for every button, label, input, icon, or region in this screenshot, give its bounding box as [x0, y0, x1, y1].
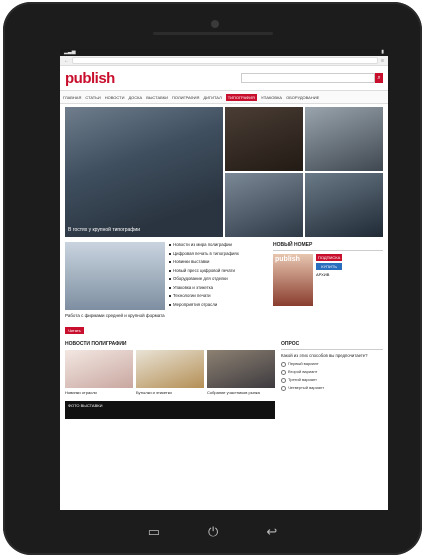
headline-item[interactable]: Мероприятия отрасли — [169, 302, 269, 308]
featured-grid: В гостях у крупной типографии — [60, 104, 388, 237]
card-row: Новинки отрасли Бутылки и этикетки Собра… — [65, 350, 275, 395]
headline-item[interactable]: Новый пресс цифровой печати — [169, 268, 269, 274]
headline-item[interactable]: Упаковка и этикетка — [169, 285, 269, 291]
nav-item[interactable]: ПОЛИГРАФИЯ — [172, 95, 199, 100]
poll-option-label: Третий вариант — [288, 376, 317, 382]
nav-item-highlight[interactable]: ТИПОГРАФИЯ — [225, 93, 257, 101]
search-icon: ⌕ — [377, 75, 381, 81]
radio-icon[interactable] — [281, 377, 286, 383]
poll-option[interactable]: Первый вариант — [281, 361, 383, 367]
radio-icon[interactable] — [281, 369, 286, 375]
tablet-frame: ▂▃▅ ▮ ← ≡ publish ⌕ ГЛАВНАЯ СТАТЬИ НОВОС… — [3, 2, 422, 555]
site-header: publish ⌕ — [60, 66, 388, 90]
browser-toolbar: ← ≡ — [60, 56, 388, 66]
nav-item[interactable]: ДИГИТАЛ — [203, 95, 221, 100]
card-image — [136, 350, 204, 388]
news-tile[interactable] — [225, 107, 303, 171]
section-title: НОВОСТИ ПОЛИГРАФИИ — [65, 341, 127, 347]
card-image — [65, 350, 133, 388]
power-icon[interactable]: ⏻ — [208, 524, 218, 540]
status-bar: ▂▃▅ ▮ — [60, 49, 388, 56]
headline-item[interactable]: Оборудование для отделки — [169, 276, 269, 282]
tile-grid — [225, 107, 383, 237]
headline-list: Новости из мира полиграфии Цифровая печа… — [169, 242, 269, 337]
poll-option[interactable]: Четвертый вариант — [281, 385, 383, 391]
news-tile[interactable] — [305, 173, 383, 237]
subscribe-button[interactable]: ПОДПИСКА — [316, 254, 343, 261]
card-image — [207, 350, 275, 388]
back-icon[interactable]: ↩ — [266, 524, 277, 540]
search-box: ⌕ — [241, 73, 383, 83]
magazine-heading: НОВЫЙ НОМЕР — [273, 242, 383, 251]
cover-logo: publish — [275, 256, 300, 263]
speaker-grille — [153, 32, 273, 35]
headline-item[interactable]: Технологии печати — [169, 293, 269, 299]
headline-item[interactable]: Новинки выставки — [169, 259, 269, 265]
hero-caption[interactable]: В гостях у крупной типографии — [68, 227, 140, 233]
radio-icon[interactable] — [281, 361, 286, 367]
news-card[interactable]: Новинки отрасли — [65, 350, 133, 395]
poll-option-label: Четвертый вариант — [288, 384, 325, 390]
nav-item[interactable]: СТАТЬИ — [85, 95, 100, 100]
tablet-screen: ▂▃▅ ▮ ← ≡ publish ⌕ ГЛАВНАЯ СТАТЬИ НОВОС… — [60, 49, 388, 510]
nav-item[interactable]: ДОСКА — [128, 95, 142, 100]
poll-option-label: Второй вариант — [288, 368, 318, 374]
poll-option[interactable]: Третий вариант — [281, 377, 383, 383]
nav-item[interactable]: НОВОСТИ — [105, 95, 125, 100]
back-arrow-icon[interactable]: ← — [64, 58, 69, 64]
lead-title[interactable]: Работа с фирмами средней и крупной форма… — [65, 313, 165, 319]
card-title[interactable]: Бутылки и этикетки — [136, 390, 204, 395]
poll-option-label: Первый вариант — [288, 360, 319, 366]
poll-question: Какой из этих способов вы предпочитаете? — [281, 353, 368, 358]
content-columns: Работа с фирмами средней и крупной форма… — [60, 237, 388, 337]
front-camera — [211, 20, 219, 28]
magazine-actions: ПОДПИСКА КУПИТЬ АРХИВ — [316, 254, 343, 306]
nav-item[interactable]: ВЫСТАВКИ — [146, 95, 168, 100]
news-column: НОВОСТИ ПОЛИГРАФИИ Новинки отрасли Бутыл… — [65, 341, 275, 419]
poll-heading: ОПРОС — [281, 341, 383, 350]
sidebar: НОВЫЙ НОМЕР publish ПОДПИСКА КУПИТЬ АРХИ… — [273, 242, 383, 337]
buy-button[interactable]: КУПИТЬ — [316, 263, 343, 270]
lead-article: Работа с фирмами средней и крупной форма… — [65, 242, 165, 337]
battery-icon: ▮ — [381, 49, 384, 55]
card-title[interactable]: Собрание участников рынка — [207, 390, 275, 395]
card-title[interactable]: Новинки отрасли — [65, 390, 133, 395]
magazine-cover[interactable]: publish — [273, 254, 313, 306]
lead-image[interactable] — [65, 242, 165, 310]
magazine-block: publish ПОДПИСКА КУПИТЬ АРХИВ — [273, 254, 383, 306]
headline-item[interactable]: Цифровая печать в типографиях — [169, 251, 269, 257]
signal-icon: ▂▃▅ — [64, 49, 76, 55]
hardware-buttons: ▭ ⏻ ↩ — [3, 517, 422, 547]
read-more-button[interactable]: Читать — [65, 327, 84, 334]
headline-item[interactable]: Новости из мира полиграфии — [169, 242, 269, 248]
search-input[interactable] — [241, 73, 375, 83]
poll-widget: ОПРОС Какой из этих способов вы предпочи… — [281, 341, 383, 419]
main-nav: ГЛАВНАЯ СТАТЬИ НОВОСТИ ДОСКА ВЫСТАВКИ ПО… — [60, 90, 388, 104]
nav-item[interactable]: ГЛАВНАЯ — [63, 95, 81, 100]
address-bar[interactable] — [72, 57, 379, 64]
hero-image[interactable]: В гостях у крупной типографии — [65, 107, 223, 237]
promo-banner[interactable]: ФОТО ВЫСТАВКИ — [65, 401, 275, 419]
archive-link[interactable]: АРХИВ — [316, 272, 342, 277]
poll-option[interactable]: Второй вариант — [281, 369, 383, 375]
search-button[interactable]: ⌕ — [375, 73, 383, 83]
menu-icon[interactable]: ≡ — [381, 58, 384, 64]
news-tile[interactable] — [305, 107, 383, 171]
site-logo[interactable]: publish — [65, 70, 115, 87]
radio-icon[interactable] — [281, 385, 286, 391]
news-card[interactable]: Бутылки и этикетки — [136, 350, 204, 395]
news-section: НОВОСТИ ПОЛИГРАФИИ Новинки отрасли Бутыл… — [60, 337, 388, 419]
recent-apps-icon[interactable]: ▭ — [148, 524, 160, 540]
nav-item[interactable]: ОБОРУДОВАНИЕ — [286, 95, 319, 100]
news-card[interactable]: Собрание участников рынка — [207, 350, 275, 395]
news-tile[interactable] — [225, 173, 303, 237]
nav-item[interactable]: УПАКОВКА — [261, 95, 282, 100]
